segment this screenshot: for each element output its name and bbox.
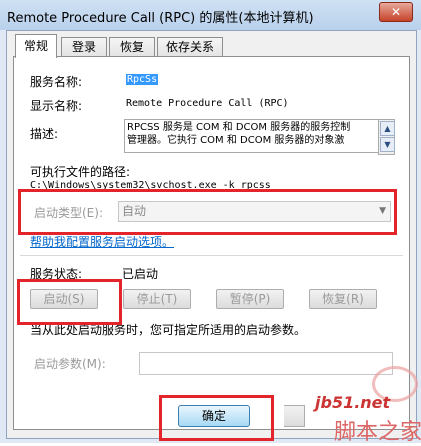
window-title: Remote Procedure Call (RPC) 的属性(本地计算机) — [7, 11, 314, 26]
startup-type-label: 启动类型(E): — [34, 206, 103, 220]
service-name-value[interactable]: RpcSs — [126, 74, 159, 85]
service-status-value: 已启动 — [122, 267, 159, 281]
scroll-down-icon[interactable]: ▼ — [380, 137, 395, 152]
startup-help-link[interactable]: 帮助我配置服务启动选项。 — [30, 233, 174, 250]
watermark-site: jb51.net — [315, 393, 391, 412]
stop-button[interactable]: 停止(T) — [123, 289, 191, 309]
tab-logon-label: 登录 — [71, 40, 96, 54]
tab-dependencies-label: 依存关系 — [165, 40, 214, 54]
chevron-down-icon: ▼ — [379, 206, 386, 216]
close-icon: ✕ — [390, 5, 402, 19]
cancel-button[interactable] — [284, 405, 305, 427]
service-status-label: 服务状态: — [30, 267, 83, 281]
resume-button[interactable]: 恢复(R) — [309, 289, 377, 309]
tab-general-label: 常规 — [23, 39, 48, 53]
general-tab-panel: 服务名称: RpcSs 显示名称: Remote Procedure Call … — [13, 56, 410, 430]
startup-type-value: 自动 — [122, 204, 147, 218]
description-textbox[interactable]: RPCSS 服务是 COM 和 DCOM 服务器的服务控制 管理器。它执行 CO… — [124, 119, 384, 153]
tab-dependencies[interactable]: 依存关系 — [157, 37, 223, 57]
tab-recovery[interactable]: 恢复 — [109, 37, 155, 57]
tab-recovery-label: 恢复 — [119, 40, 144, 54]
tab-general[interactable]: 常规 — [15, 34, 57, 58]
properties-dialog: Remote Procedure Call (RPC) 的属性(本地计算机) ✕… — [0, 0, 421, 445]
title-bar[interactable]: Remote Procedure Call (RPC) 的属性(本地计算机) ✕ — [0, 0, 421, 30]
start-button[interactable]: 启动(S) — [30, 289, 98, 309]
start-params-label: 启动参数(M): — [34, 357, 106, 371]
path-value: C:\Windows\system32\svchost.exe -k rpcss — [30, 180, 271, 191]
pause-button[interactable]: 暂停(P) — [216, 289, 284, 309]
description-scrollbar[interactable]: ▲ ▼ — [378, 119, 395, 155]
ok-button[interactable]: 确定 — [178, 405, 250, 427]
tab-logon[interactable]: 登录 — [61, 37, 107, 57]
watermark-brand: 脚本之家 — [334, 420, 421, 445]
display-name-value[interactable]: Remote Procedure Call (RPC) — [126, 98, 289, 109]
path-label: 可执行文件的路径: — [30, 165, 131, 179]
description-label: 描述: — [30, 127, 59, 141]
close-button[interactable]: ✕ — [379, 2, 413, 22]
startup-type-select[interactable]: 自动 ▼ — [118, 201, 391, 222]
start-params-input[interactable] — [139, 352, 393, 375]
divider — [20, 255, 403, 256]
scroll-up-icon[interactable]: ▲ — [380, 121, 395, 136]
dialog-frame: 常规 登录 恢复 依存关系 服务名称: RpcSs 显示名称: Remote P… — [6, 30, 417, 439]
start-params-hint: 当从此处启动服务时，您可指定所适用的启动参数。 — [30, 323, 307, 337]
service-name-label: 服务名称: — [30, 75, 83, 89]
display-name-label: 显示名称: — [30, 99, 83, 113]
